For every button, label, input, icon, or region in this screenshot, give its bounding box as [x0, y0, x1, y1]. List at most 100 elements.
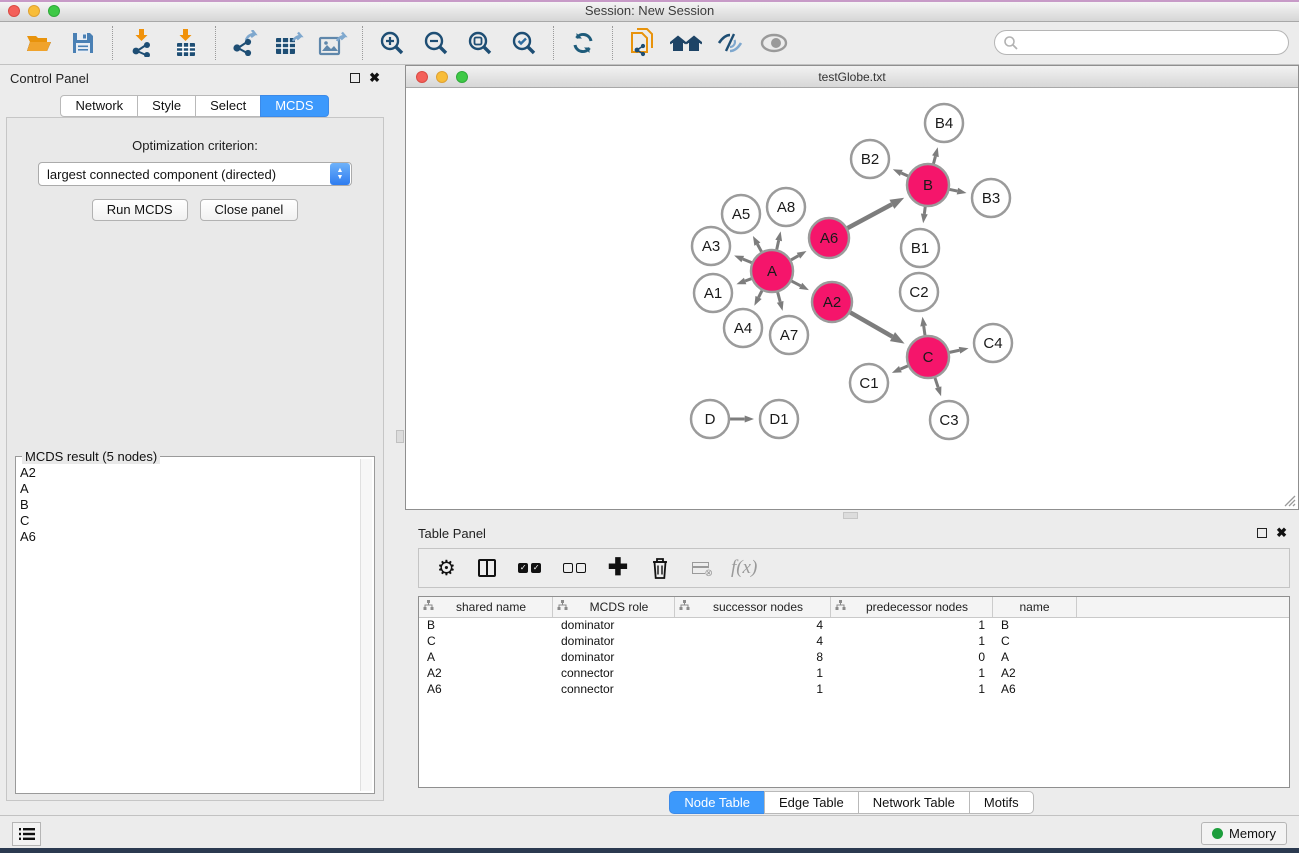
- table-cell[interactable]: dominator: [553, 618, 675, 634]
- export-image-button[interactable]: [314, 26, 352, 60]
- edge-C-C2[interactable]: [924, 326, 925, 335]
- deselect-all-rows-button[interactable]: [563, 563, 586, 573]
- import-table-button[interactable]: [167, 26, 205, 60]
- minimize-network-button[interactable]: [436, 71, 448, 83]
- mcds-result-item[interactable]: A2: [20, 465, 358, 481]
- search-input[interactable]: [994, 30, 1289, 55]
- column-header-predecessor-nodes[interactable]: predecessor nodes: [831, 597, 993, 617]
- show-columns-button[interactable]: [478, 559, 496, 577]
- table-cell[interactable]: 1: [831, 682, 993, 698]
- table-row[interactable]: Bdominator41B: [419, 618, 1289, 634]
- table-cell[interactable]: A6: [419, 682, 553, 698]
- table-cell[interactable]: A: [993, 650, 1077, 666]
- tab-network-table[interactable]: Network Table: [858, 791, 970, 814]
- float-panel-icon[interactable]: [350, 73, 360, 83]
- export-table-button[interactable]: [270, 26, 308, 60]
- tab-motifs[interactable]: Motifs: [969, 791, 1034, 814]
- edge-A-A2[interactable]: [792, 281, 801, 286]
- close-panel-icon[interactable]: ✖: [369, 73, 380, 83]
- edge-A6-B[interactable]: [848, 204, 892, 228]
- network-canvas[interactable]: B4B2BB3A5A8A6A3AB1A1A2C2A4A7C4CC1C3DD1: [406, 88, 1298, 509]
- table-cell[interactable]: dominator: [553, 650, 675, 666]
- table-cell[interactable]: dominator: [553, 634, 675, 650]
- tab-edge-table[interactable]: Edge Table: [764, 791, 859, 814]
- add-column-button[interactable]: ✚: [608, 558, 628, 578]
- zoom-in-button[interactable]: [373, 26, 411, 60]
- edge-A-A4[interactable]: [759, 291, 762, 298]
- edge-A2-C[interactable]: [850, 312, 892, 336]
- vertical-splitter-handle[interactable]: [396, 430, 404, 443]
- save-session-button[interactable]: [64, 26, 102, 60]
- table-cell[interactable]: B: [993, 618, 1077, 634]
- export-network-button[interactable]: [226, 26, 264, 60]
- mcds-result-item[interactable]: A: [20, 481, 358, 497]
- edge-B-B3[interactable]: [950, 189, 958, 191]
- table-settings-button[interactable]: ⚙: [437, 558, 456, 578]
- edge-A-A6[interactable]: [791, 256, 798, 260]
- zoom-selected-button[interactable]: [505, 26, 543, 60]
- column-header-successor-nodes[interactable]: successor nodes: [675, 597, 831, 617]
- table-cell[interactable]: 1: [831, 618, 993, 634]
- close-panel-button[interactable]: Close panel: [200, 199, 299, 221]
- table-cell[interactable]: connector: [553, 666, 675, 682]
- select-all-rows-button[interactable]: [518, 563, 541, 573]
- table-cell[interactable]: C: [419, 634, 553, 650]
- memory-button[interactable]: Memory: [1201, 822, 1287, 845]
- function-builder-button[interactable]: f(x): [731, 557, 757, 579]
- tab-select[interactable]: Select: [195, 95, 261, 117]
- table-cell[interactable]: A2: [419, 666, 553, 682]
- tab-node-table[interactable]: Node Table: [669, 791, 765, 814]
- table-cell[interactable]: B: [419, 618, 553, 634]
- table-row[interactable]: A2connector11A2: [419, 666, 1289, 682]
- edge-A-A1[interactable]: [745, 279, 751, 281]
- table-cell[interactable]: 1: [675, 666, 831, 682]
- table-cell[interactable]: A: [419, 650, 553, 666]
- horizontal-splitter-handle[interactable]: [843, 512, 858, 519]
- edge-C-C1[interactable]: [900, 366, 907, 369]
- zoom-network-button[interactable]: [456, 71, 468, 83]
- table-cell[interactable]: 1: [831, 634, 993, 650]
- table-row[interactable]: A6connector11A6: [419, 682, 1289, 698]
- table-cell[interactable]: 1: [675, 682, 831, 698]
- edge-A-A5[interactable]: [757, 244, 761, 252]
- import-network-button[interactable]: [123, 26, 161, 60]
- tab-mcds[interactable]: MCDS: [260, 95, 328, 117]
- result-scrollbar[interactable]: [360, 459, 372, 791]
- table-cell[interactable]: 4: [675, 634, 831, 650]
- minimize-window-button[interactable]: [28, 5, 40, 17]
- table-cell[interactable]: connector: [553, 682, 675, 698]
- task-history-button[interactable]: [12, 822, 41, 846]
- edge-A-A3[interactable]: [743, 259, 752, 263]
- zoom-out-button[interactable]: [417, 26, 455, 60]
- float-table-panel-icon[interactable]: [1257, 528, 1267, 538]
- table-row[interactable]: Cdominator41C: [419, 634, 1289, 650]
- column-header-name[interactable]: name: [993, 597, 1077, 617]
- edge-A-A8[interactable]: [777, 241, 779, 250]
- table-cell[interactable]: C: [993, 634, 1077, 650]
- table-cell[interactable]: 4: [675, 618, 831, 634]
- table-row[interactable]: Adominator80A: [419, 650, 1289, 666]
- clone-network-button[interactable]: [623, 26, 661, 60]
- delete-table-button[interactable]: [692, 562, 709, 574]
- tab-network[interactable]: Network: [60, 95, 138, 117]
- close-network-button[interactable]: [416, 71, 428, 83]
- network-window-titlebar[interactable]: testGlobe.txt: [406, 66, 1298, 88]
- edge-C-C3[interactable]: [935, 378, 938, 388]
- mcds-result-item[interactable]: B: [20, 497, 358, 513]
- table-cell[interactable]: 8: [675, 650, 831, 666]
- edge-C-C4[interactable]: [950, 350, 960, 352]
- edge-A-A7[interactable]: [778, 292, 781, 302]
- edge-B-B2[interactable]: [901, 173, 908, 176]
- hide-selected-button[interactable]: [711, 26, 749, 60]
- table-cell[interactable]: A6: [993, 682, 1077, 698]
- home-layout-button[interactable]: [667, 26, 705, 60]
- edge-B-B1[interactable]: [924, 207, 925, 214]
- delete-column-button[interactable]: [650, 556, 670, 580]
- zoom-window-button[interactable]: [48, 5, 60, 17]
- show-all-button[interactable]: [755, 26, 793, 60]
- tab-style[interactable]: Style: [137, 95, 196, 117]
- mcds-result-item[interactable]: A6: [20, 529, 358, 545]
- column-header-shared-name[interactable]: shared name: [419, 597, 553, 617]
- resize-grip-icon[interactable]: [1283, 494, 1296, 507]
- column-header-MCDS-role[interactable]: MCDS role: [553, 597, 675, 617]
